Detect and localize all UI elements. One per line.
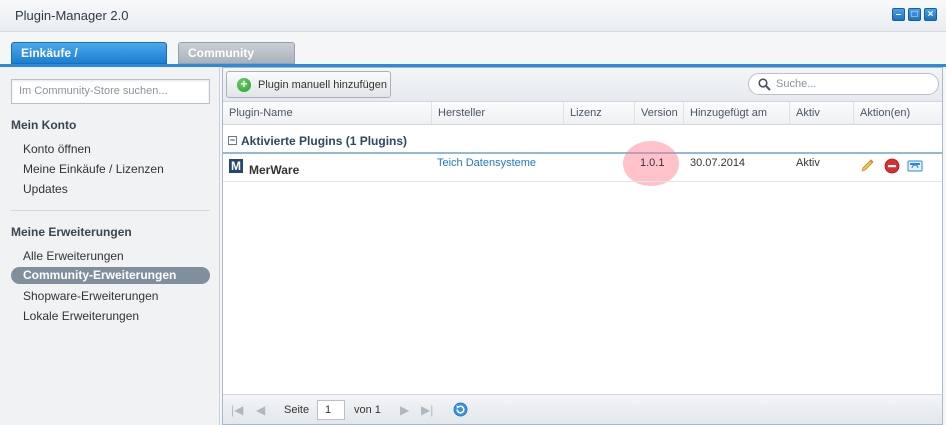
sidebar-item-alle-erweiterungen[interactable]: Alle Erweiterungen	[23, 249, 124, 263]
plugin-search-input[interactable]: Suche...	[748, 73, 939, 95]
column-version[interactable]: Version	[635, 102, 684, 125]
group-title: Aktivierte Plugins (1 Plugins)	[241, 134, 408, 148]
sidebar-section-meine-erweiterungen: Meine Erweiterungen	[11, 225, 132, 239]
page-label: Seite	[284, 404, 310, 416]
sidebar-item-updates[interactable]: Updates	[23, 182, 68, 196]
edit-icon[interactable]	[859, 158, 875, 174]
version-cell: 1.0.1	[640, 157, 665, 169]
sidebar-item-label: Community-Erweiterungen	[23, 268, 177, 282]
refresh-icon[interactable]	[453, 402, 468, 417]
window-title: Plugin-Manager 2.0	[15, 8, 129, 23]
page-number-input[interactable]: 1	[317, 400, 345, 420]
active-cell: Aktiv	[796, 157, 820, 169]
sidebar-item-community-erweiterungen[interactable]: Community-Erweiterungen	[11, 267, 210, 284]
column-lizenz[interactable]: Lizenz	[564, 102, 635, 125]
sidebar-item-konto-oeffnen[interactable]: Konto öffnen	[23, 142, 91, 156]
plugin-grid-panel: + Plugin manuell hinzufügen Suche... Plu…	[222, 67, 943, 425]
add-plugin-label: Plugin manuell hinzufügen	[258, 79, 388, 91]
prev-page-icon[interactable]: ◀	[256, 403, 265, 417]
collapse-icon[interactable]: −	[228, 136, 237, 145]
added-date-cell: 30.07.2014	[690, 157, 746, 169]
community-store-search-input[interactable]: Im Community-Store suchen...	[11, 79, 210, 104]
grid-toolbar: + Plugin manuell hinzufügen Suche...	[223, 68, 942, 102]
manufacturer-link[interactable]: Teich Datensysteme	[437, 157, 536, 169]
tab-community-store[interactable]: Community Store	[178, 42, 295, 81]
column-aktionen[interactable]: Aktion(en)	[854, 102, 942, 125]
merware-logo-icon: M	[229, 159, 243, 173]
sidebar: Im Community-Store suchen... Mein Konto …	[0, 67, 220, 425]
window-titlebar: Plugin-Manager 2.0 – □ ×	[0, 0, 946, 32]
grid-header: Plugin-Name Hersteller Lizenz Version Hi…	[223, 102, 942, 125]
add-plugin-manually-button[interactable]: + Plugin manuell hinzufügen	[226, 71, 391, 98]
delete-icon[interactable]	[884, 158, 900, 174]
search-placeholder: Suche...	[776, 78, 817, 90]
column-plugin-name[interactable]: Plugin-Name	[223, 102, 432, 125]
update-icon[interactable]	[907, 158, 923, 174]
next-page-icon[interactable]: ▶	[400, 403, 409, 417]
close-icon[interactable]: ×	[924, 8, 937, 21]
group-header-activated[interactable]: − Aktivierte Plugins (1 Plugins)	[223, 130, 942, 152]
search-icon	[758, 78, 771, 91]
pagination-bar: |◀ ◀ Seite 1 von 1 ▶ ▶|	[223, 394, 942, 424]
sidebar-item-einkaeufe-lizenzen[interactable]: Meine Einkäufe / Lizenzen	[23, 162, 164, 176]
sidebar-item-lokale-erweiterungen[interactable]: Lokale Erweiterungen	[23, 309, 139, 323]
tab-strip: Einkäufe / Erweiterungen Community Store	[0, 32, 946, 81]
first-page-icon[interactable]: |◀	[231, 403, 243, 417]
page-total-label: von 1	[354, 404, 381, 416]
sidebar-section-mein-konto: Mein Konto	[11, 118, 77, 132]
plugin-name: MerWare	[249, 163, 300, 177]
tab-einkaeufe[interactable]: Einkäufe / Erweiterungen	[11, 42, 167, 81]
maximize-icon[interactable]: □	[908, 8, 921, 21]
column-hinzugefuegt[interactable]: Hinzugefügt am	[684, 102, 790, 125]
add-circle-icon: +	[237, 78, 251, 92]
sidebar-divider	[11, 210, 210, 211]
last-page-icon[interactable]: ▶|	[421, 403, 433, 417]
column-aktiv[interactable]: Aktiv	[790, 102, 854, 125]
column-hersteller[interactable]: Hersteller	[432, 102, 564, 125]
sidebar-item-shopware-erweiterungen[interactable]: Shopware-Erweiterungen	[23, 289, 158, 303]
minimize-icon[interactable]: –	[892, 8, 905, 21]
table-row[interactable]: M MerWare Teich Datensysteme 1.0.1 30.07…	[223, 154, 942, 182]
